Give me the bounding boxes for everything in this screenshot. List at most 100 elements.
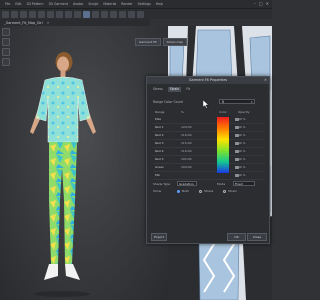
document-tab-label: _Garment_Fit_Map_Girl [4,20,43,25]
range-name: Red 4 [155,149,164,153]
avatar-tool-icon[interactable] [74,10,81,18]
view-mode-icon[interactable] [2,28,10,36]
menu-avatar[interactable]: Avatar [73,2,83,6]
menu-file[interactable]: File [5,2,10,6]
ok-button[interactable]: OK [227,233,246,241]
tab-garment-fit[interactable]: Garment Fit [135,38,161,46]
simulate-icon[interactable] [29,10,36,18]
range-percent[interactable]: 100.00 [181,164,192,171]
measure-tool-icon[interactable] [56,10,63,18]
radio-both[interactable] [177,189,180,193]
move-tool-icon[interactable] [11,10,18,18]
menu-3d-garment[interactable]: 3D Garment [49,2,69,6]
pattern-window-tabs: Garment Fit Strain map [135,38,188,46]
table-row[interactable]: Red 5 105.00 90 % [153,156,265,164]
range-percent[interactable]: 110.00 [181,148,192,155]
garment-display-icon[interactable] [2,58,10,66]
opacity-bar [235,174,239,177]
minimize-icon[interactable]: – [254,1,256,6]
shade-type-label: Shade Type [153,182,171,186]
rotate-tool-icon[interactable] [20,10,27,18]
header-opacity: Opacity [238,110,250,114]
tab-fit[interactable]: Fit [184,87,192,92]
menu-render[interactable]: Render [121,2,132,6]
range-opacity[interactable]: 90 % [238,140,246,147]
range-opacity[interactable]: 90 % [238,132,246,139]
table-row[interactable]: Max 90 % [153,116,265,124]
radio-stress[interactable] [199,189,202,193]
fold-tool-icon[interactable] [47,10,54,18]
pattern-tool-icon[interactable] [110,10,117,18]
toolbar [0,9,272,19]
fit-map-icon[interactable] [83,10,90,18]
avatar-display-icon[interactable] [2,48,10,56]
menu-material[interactable]: Material [103,2,116,6]
table-row[interactable]: Min 90 % [153,172,265,180]
viewport-toolbar [2,28,10,66]
texture-tool-icon[interactable] [65,10,72,18]
range-percent[interactable]: 105.00 [181,156,192,163]
range-name: Min [155,173,161,177]
chevron-down-icon[interactable]: ▾ [251,99,253,105]
camera-icon[interactable] [92,10,99,18]
range-percent[interactable]: 120.00 [181,124,192,131]
menu-sculpt[interactable]: Sculpt [88,2,98,6]
tab-strain[interactable]: Strain [167,87,182,92]
opacity-bar [235,118,239,121]
range-opacity[interactable]: 90 % [238,156,246,163]
menu-2d-pattern[interactable]: 2D Pattern [27,2,44,6]
select-tool-icon[interactable] [2,10,9,18]
grid-icon[interactable] [137,10,144,18]
color-gradient-bar[interactable] [217,117,229,173]
range-opacity[interactable]: 90 % [238,164,246,171]
range-name: Red 5 [155,157,164,161]
range-name: Red 2 [155,133,164,137]
radio-strain[interactable] [223,189,226,193]
mode-label: Mode [217,182,226,186]
sewing-tool-icon[interactable] [128,10,135,18]
header-range: Range [155,110,165,114]
mode-select[interactable]: Fixed [233,181,255,186]
close-icon[interactable]: ✕ [266,1,269,6]
tab-stress[interactable]: Stress [151,87,165,92]
range-opacity[interactable]: 90 % [238,116,246,123]
table-row[interactable]: Red 4 110.00 90 % [153,148,265,156]
menu-help[interactable]: Help [156,2,163,6]
range-percent[interactable]: 110.00 [181,132,192,139]
render-icon[interactable] [101,10,108,18]
table-row[interactable]: Red 1 120.00 90 % [153,124,265,132]
export-button[interactable]: Export [151,233,167,241]
menu-settings[interactable]: Settings [138,2,151,6]
menu-edit[interactable]: Edit [15,2,21,6]
menu-bar: File Edit 2D Pattern 3D Garment Avatar S… [0,0,272,9]
range-percent[interactable]: 115.00 [181,140,192,147]
maximize-icon[interactable]: □ [259,1,263,6]
segment-tool-icon[interactable] [119,10,126,18]
table-row[interactable]: Green 100.00 90 % [153,164,265,172]
range-table-header: Range % Color Opacity [153,110,265,115]
radio-strain-label: Strain [228,189,237,193]
3d-viewport[interactable] [0,26,168,300]
shade-type-select[interactable]: Gradation [177,181,197,186]
document-tab-close-icon[interactable]: ✕ [47,21,50,25]
range-opacity[interactable]: 90 % [238,172,246,179]
show-label: Show [153,189,162,193]
dialog-title[interactable]: Garment Fit Properties [147,77,269,84]
range-table: Max 90 % Red 1 120.00 90 % Red 2 110.00 … [153,116,265,180]
tab-strain-map[interactable]: Strain map [162,38,188,46]
range-opacity[interactable]: 90 % [238,124,246,131]
shade-type-row: Shade Type Gradation Mode Fixed [153,181,265,187]
document-tab[interactable]: _Garment_Fit_Map_Girl ✕ [0,19,150,26]
range-color-count-field[interactable]: 8 [219,99,255,104]
opacity-bar [235,134,239,137]
display-icon[interactable] [2,38,10,46]
range-opacity[interactable]: 90 % [238,148,246,155]
table-row[interactable]: Red 3 115.00 90 % [153,140,265,148]
mouse-cursor-icon [203,100,209,109]
table-row[interactable]: Red 2 110.00 90 % [153,132,265,140]
dialog-close-icon[interactable]: ✕ [264,77,267,84]
pin-tool-icon[interactable] [38,10,45,18]
avatar-figure [30,52,96,297]
opacity-bar [235,166,239,169]
close-button[interactable]: Close [247,233,267,241]
